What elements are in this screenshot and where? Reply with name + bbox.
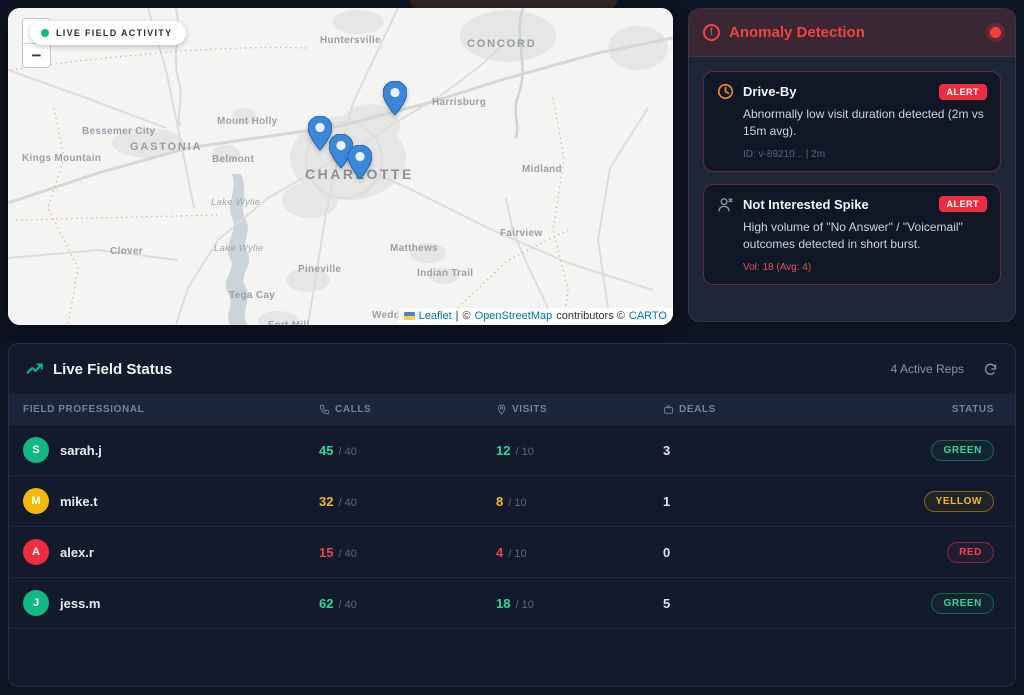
refresh-icon[interactable] xyxy=(983,362,998,377)
calls-metric: 15/ 40 xyxy=(319,545,496,560)
alert-title: Not Interested Spike xyxy=(743,197,930,212)
map-pin-icon xyxy=(496,404,507,415)
alert-badge: ALERT xyxy=(939,196,988,212)
anomaly-alert-card[interactable]: Not Interested Spike ALERT High volume o… xyxy=(703,184,1001,285)
recording-pulse-dot xyxy=(990,27,1001,38)
active-reps-count: 4 Active Reps xyxy=(891,362,964,376)
deals-count: 5 xyxy=(663,596,874,611)
map-label: Tega Cay xyxy=(229,290,275,301)
map-label: Clover xyxy=(110,246,143,257)
map-label: Lake Wylie xyxy=(211,197,260,208)
status-badge: YELLOW xyxy=(924,491,994,512)
visits-metric: 4/ 10 xyxy=(496,545,663,560)
avatar: M xyxy=(23,488,49,514)
table-row[interactable]: A alex.r 15/ 40 4/ 10 0 RED xyxy=(9,527,1015,578)
anomaly-panel-title: Anomaly Detection xyxy=(729,24,981,41)
map-label: Kings Mountain xyxy=(22,153,101,164)
anomaly-alert-card[interactable]: Drive-By ALERT Abnormally low visit dura… xyxy=(703,71,1001,172)
column-field-professional: FIELD PROFESSIONAL xyxy=(23,404,319,415)
user-x-icon xyxy=(717,196,734,213)
live-field-status-panel: Live Field Status 4 Active Reps FIELD PR… xyxy=(8,343,1016,687)
status-badge: GREEN xyxy=(931,440,994,461)
table-row[interactable]: S sarah.j 45/ 40 12/ 10 3 GREEN xyxy=(9,425,1015,476)
deals-count: 0 xyxy=(663,545,874,560)
visits-metric: 12/ 10 xyxy=(496,443,663,458)
table-title: Live Field Status xyxy=(53,361,882,378)
calls-metric: 45/ 40 xyxy=(319,443,496,458)
map-label: Belmont xyxy=(212,154,254,165)
map-label: CONCORD xyxy=(467,38,536,50)
deals-count: 3 xyxy=(663,443,874,458)
alert-title: Drive-By xyxy=(743,84,930,99)
contributors-text: contributors © xyxy=(556,310,625,322)
map-label: Lake Wylie xyxy=(214,243,263,254)
map-marker[interactable] xyxy=(348,145,372,179)
visits-metric: 18/ 10 xyxy=(496,596,663,611)
map-marker[interactable] xyxy=(383,81,407,115)
map-label: Matthews xyxy=(390,243,438,254)
map-label: Mount Holly xyxy=(217,116,278,127)
table-row[interactable]: M mike.t 32/ 40 8/ 10 1 YELLOW xyxy=(9,476,1015,527)
avatar: J xyxy=(23,590,49,616)
avatar: A xyxy=(23,539,49,565)
column-status: STATUS xyxy=(874,404,994,415)
map-label: Harrisburg xyxy=(432,97,486,108)
map-label: GASTONIA xyxy=(130,141,202,153)
anomaly-panel-header: ! Anomaly Detection xyxy=(689,9,1015,57)
trending-up-icon xyxy=(26,360,44,378)
alert-badge: ALERT xyxy=(939,84,988,100)
map-label: Fairview xyxy=(500,228,542,239)
status-badge: RED xyxy=(947,542,994,563)
avatar: S xyxy=(23,437,49,463)
deals-count: 1 xyxy=(663,494,874,509)
alert-circle-icon: ! xyxy=(703,24,720,41)
rep-name: alex.r xyxy=(60,545,94,560)
visits-metric: 8/ 10 xyxy=(496,494,663,509)
map-label: Midland xyxy=(522,164,562,175)
calls-metric: 32/ 40 xyxy=(319,494,496,509)
zoom-out-button[interactable]: − xyxy=(23,43,50,67)
rep-name: jess.m xyxy=(60,596,100,611)
alert-meta: ID: v-89210... | 2m xyxy=(743,149,987,160)
status-badge: GREEN xyxy=(931,593,994,614)
alert-description: Abnormally low visit duration detected (… xyxy=(743,106,987,141)
attribution-separator: | xyxy=(456,310,459,322)
phone-icon xyxy=(319,404,330,415)
map-label: Huntersville xyxy=(320,35,381,46)
live-badge-label: LIVE FIELD ACTIVITY xyxy=(56,28,172,38)
anomaly-detection-panel: ! Anomaly Detection Drive-By ALERT Abnor… xyxy=(688,8,1016,322)
map-label: Bessemer City xyxy=(82,126,155,137)
leaflet-link[interactable]: Leaflet xyxy=(419,310,452,322)
clock-icon xyxy=(717,83,734,100)
live-field-activity-map[interactable]: Huntersville CONCORD Harrisburg Mount Holly… xyxy=(8,8,673,325)
map-attribution: Leaflet | © OpenStreetMap contributors ©… xyxy=(398,308,673,325)
alert-meta: Vol: 18 (Avg: 4) xyxy=(743,262,987,273)
table-panel-header: Live Field Status 4 Active Reps xyxy=(9,344,1015,394)
openstreetmap-link[interactable]: OpenStreetMap xyxy=(475,310,553,322)
live-field-activity-badge: LIVE FIELD ACTIVITY xyxy=(30,21,186,45)
map-label: Pineville xyxy=(298,264,341,275)
column-deals: DEALS xyxy=(663,404,874,415)
calls-metric: 62/ 40 xyxy=(319,596,496,611)
briefcase-icon xyxy=(663,404,674,415)
map-label: Indian Trail xyxy=(417,268,473,279)
ukraine-flag-icon xyxy=(404,312,415,320)
copyright-sign: © xyxy=(462,310,470,322)
map-label: Fort Mill xyxy=(268,320,310,325)
rep-name: sarah.j xyxy=(60,443,102,458)
column-visits: VISITS xyxy=(496,404,663,415)
table-column-headers: FIELD PROFESSIONAL CALLS VISITS DEALS ST… xyxy=(9,394,1015,425)
rep-name: mike.t xyxy=(60,494,98,509)
column-calls: CALLS xyxy=(319,404,496,415)
alert-description: High volume of "No Answer" / "Voicemail"… xyxy=(743,219,987,254)
live-status-dot xyxy=(41,29,49,37)
carto-link[interactable]: CARTO xyxy=(629,310,667,322)
table-row[interactable]: J jess.m 62/ 40 18/ 10 5 GREEN xyxy=(9,578,1015,629)
